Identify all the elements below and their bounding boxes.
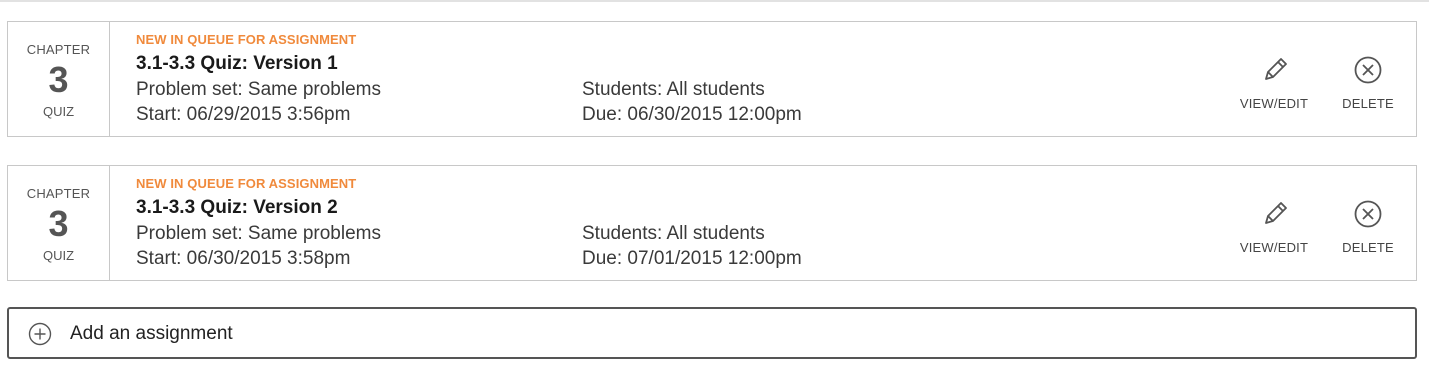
- assignment-title: 3.1-3.3 Quiz: Version 2: [136, 197, 338, 218]
- status-badge: NEW IN QUEUE FOR ASSIGNMENT: [136, 176, 357, 191]
- assignment-card: CHAPTER 3 QUIZ NEW IN QUEUE FOR ASSIGNME…: [7, 21, 1417, 137]
- chapter-label: CHAPTER: [26, 186, 91, 201]
- add-assignment-label: Add an assignment: [70, 323, 233, 344]
- due-date-text: Due: 06/30/2015 12:00pm: [582, 104, 802, 125]
- start-date-text: Start: 06/30/2015 3:58pm: [136, 248, 351, 269]
- chapter-number: 3: [48, 59, 69, 100]
- chapter-badge: CHAPTER 3 QUIZ: [8, 166, 110, 280]
- view-edit-label: VIEW/EDIT: [1239, 96, 1309, 111]
- status-badge: NEW IN QUEUE FOR ASSIGNMENT: [136, 32, 357, 47]
- top-divider: [0, 0, 1429, 2]
- pencil-icon: [1265, 58, 1287, 80]
- pencil-icon: [1265, 202, 1287, 224]
- close-circle-icon: [1354, 200, 1382, 228]
- add-assignment-button[interactable]: Add an assignment: [7, 307, 1417, 359]
- delete-label: DELETE: [1342, 96, 1394, 111]
- assignment-title: 3.1-3.3 Quiz: Version 1: [136, 53, 338, 74]
- assignment-type: QUIZ: [42, 104, 75, 119]
- due-date-text: Due: 07/01/2015 12:00pm: [582, 248, 802, 269]
- chapter-label: CHAPTER: [26, 42, 91, 57]
- delete-button[interactable]: DELETE: [1330, 52, 1406, 111]
- assignment-type: QUIZ: [42, 248, 75, 263]
- close-circle-icon: [1354, 56, 1382, 84]
- start-date-text: Start: 06/29/2015 3:56pm: [136, 104, 351, 125]
- delete-button[interactable]: DELETE: [1330, 196, 1406, 255]
- delete-label: DELETE: [1342, 240, 1394, 255]
- assignment-card: CHAPTER 3 QUIZ NEW IN QUEUE FOR ASSIGNME…: [7, 165, 1417, 281]
- view-edit-button[interactable]: VIEW/EDIT: [1230, 52, 1318, 111]
- students-text: Students: All students: [582, 79, 765, 100]
- view-edit-button[interactable]: VIEW/EDIT: [1230, 196, 1318, 255]
- problem-set-text: Problem set: Same problems: [136, 79, 381, 100]
- chapter-number: 3: [48, 203, 69, 244]
- chapter-badge: CHAPTER 3 QUIZ: [8, 22, 110, 136]
- plus-circle-icon: [28, 322, 52, 346]
- problem-set-text: Problem set: Same problems: [136, 223, 381, 244]
- view-edit-label: VIEW/EDIT: [1239, 240, 1309, 255]
- students-text: Students: All students: [582, 223, 765, 244]
